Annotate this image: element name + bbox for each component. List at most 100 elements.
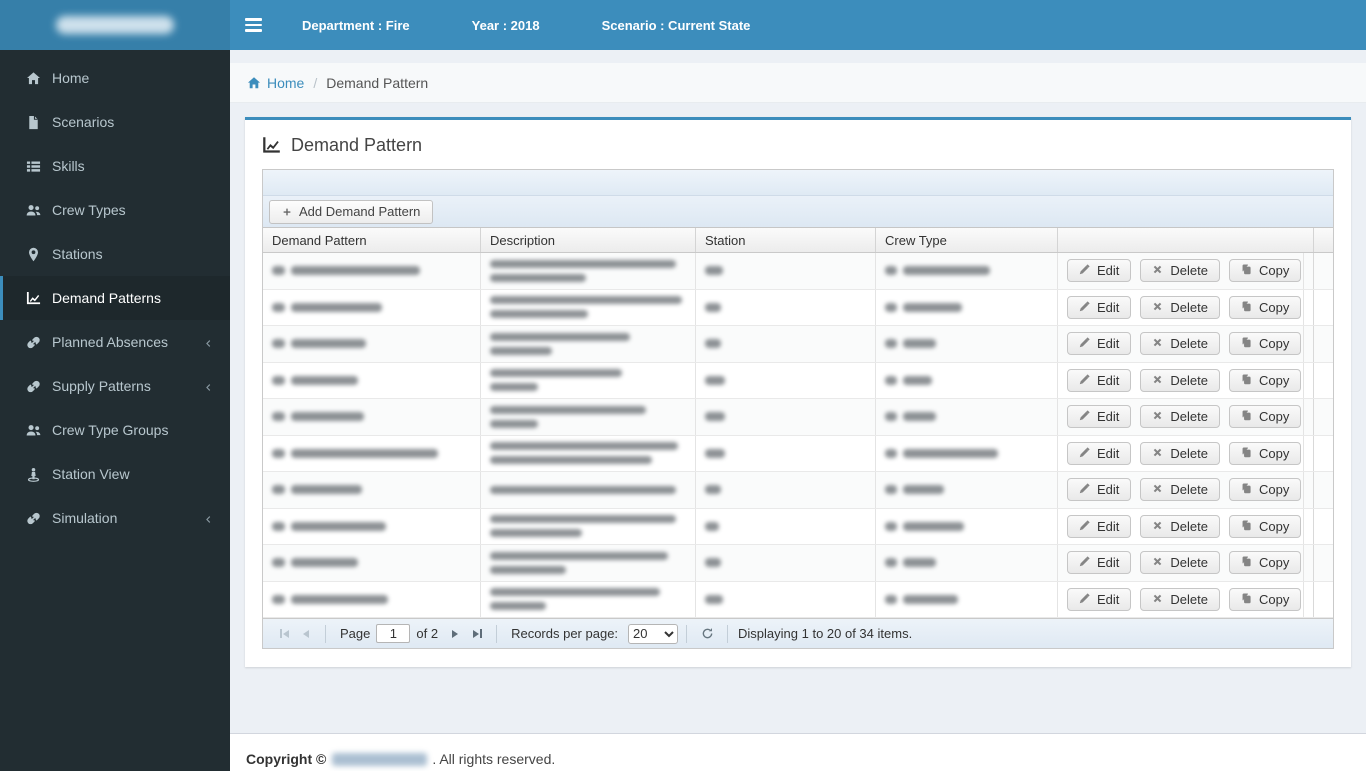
sidebar-item-stations[interactable]: Stations xyxy=(0,232,230,276)
edit-button[interactable]: Edit xyxy=(1067,478,1132,502)
pager-next-button[interactable] xyxy=(444,624,466,644)
sidebar-item-crew-type-groups[interactable]: Crew Type Groups xyxy=(0,408,230,452)
sidebar-item-label: Crew Type Groups xyxy=(52,422,169,438)
grid-pager: Page of 2 Records per page: 20 Displayin… xyxy=(263,618,1333,648)
demand-pattern-panel: Demand Pattern Add Demand Pattern Demand… xyxy=(245,117,1351,667)
topbar-item-year[interactable]: Year : 2018 xyxy=(472,18,540,33)
sidebar-item-planned-absences[interactable]: Planned Absences xyxy=(0,320,230,364)
footer-copyright-suffix: . All rights reserved. xyxy=(432,751,556,767)
sidebar-item-supply-patterns[interactable]: Supply Patterns xyxy=(0,364,230,408)
delete-button[interactable]: Delete xyxy=(1140,478,1220,502)
records-per-page-select[interactable]: 20 xyxy=(628,623,679,644)
sidebar-item-label: Station View xyxy=(52,466,130,482)
pager-page-label: Page xyxy=(340,626,371,641)
sidebar-item-label: Supply Patterns xyxy=(52,378,151,394)
edit-button[interactable]: Edit xyxy=(1067,295,1132,319)
pager-first-button[interactable] xyxy=(273,624,295,644)
column-header-demand-pattern[interactable]: Demand Pattern xyxy=(263,228,481,252)
delete-button[interactable]: Delete xyxy=(1140,368,1220,392)
cell-spacer xyxy=(1304,581,1314,617)
cell-actions: Edit Delete Copy xyxy=(1058,253,1304,289)
breadcrumb-home-link[interactable]: Home xyxy=(247,75,304,91)
sidebar-item-crew-types[interactable]: Crew Types xyxy=(0,188,230,232)
cell-actions: Edit Delete Copy xyxy=(1058,508,1304,544)
copy-icon xyxy=(1241,300,1252,315)
delete-button[interactable]: Delete xyxy=(1140,295,1220,319)
hamburger-icon[interactable] xyxy=(230,0,276,50)
copy-button[interactable]: Copy xyxy=(1228,259,1302,283)
demand-pattern-grid: Add Demand Pattern Demand Pattern Descri… xyxy=(262,169,1334,649)
pager-separator xyxy=(325,624,326,643)
copy-icon xyxy=(1241,409,1252,424)
breadcrumb-current: Demand Pattern xyxy=(326,74,429,91)
pager-prev-button[interactable] xyxy=(295,624,317,644)
cell-crew-type xyxy=(876,545,1058,581)
sidebar-item-scenarios[interactable]: Scenarios xyxy=(0,100,230,144)
copy-button[interactable]: Copy xyxy=(1228,368,1302,392)
column-header-crew-type[interactable]: Crew Type xyxy=(876,228,1058,252)
users-icon xyxy=(25,202,41,218)
app-logo[interactable] xyxy=(0,0,230,50)
table-row: Edit Delete Copy xyxy=(263,326,1333,363)
cell-station xyxy=(696,289,876,325)
edit-button[interactable]: Edit xyxy=(1067,441,1132,465)
cell-description xyxy=(481,362,696,398)
line-chart-icon xyxy=(25,290,41,306)
copy-icon xyxy=(1241,446,1252,461)
pencil-icon xyxy=(1079,409,1090,424)
pager-total-pages: 2 xyxy=(430,626,439,641)
delete-button[interactable]: Delete xyxy=(1140,441,1220,465)
delete-button[interactable]: Delete xyxy=(1140,332,1220,356)
edit-button[interactable]: Edit xyxy=(1067,587,1132,611)
copy-button[interactable]: Copy xyxy=(1228,295,1302,319)
refresh-icon[interactable] xyxy=(695,624,719,644)
column-header-station[interactable]: Station xyxy=(696,228,876,252)
cell-demand-pattern xyxy=(263,399,481,435)
delete-button[interactable]: Delete xyxy=(1140,259,1220,283)
logo-redacted xyxy=(56,16,174,34)
delete-button[interactable]: Delete xyxy=(1140,551,1220,575)
sidebar-item-label: Scenarios xyxy=(52,114,115,130)
copy-icon xyxy=(1241,555,1252,570)
edit-button[interactable]: Edit xyxy=(1067,332,1132,356)
link-icon xyxy=(25,334,41,350)
topbar-item-department[interactable]: Department : Fire xyxy=(302,18,410,33)
edit-button[interactable]: Edit xyxy=(1067,405,1132,429)
sidebar-item-simulation[interactable]: Simulation xyxy=(0,496,230,540)
cell-station xyxy=(696,508,876,544)
copy-button[interactable]: Copy xyxy=(1228,551,1302,575)
breadcrumb-separator: / xyxy=(313,74,318,91)
edit-button[interactable]: Edit xyxy=(1067,368,1132,392)
copy-button[interactable]: Copy xyxy=(1228,332,1302,356)
cell-actions: Edit Delete Copy xyxy=(1058,326,1304,362)
pager-last-button[interactable] xyxy=(466,624,488,644)
edit-button[interactable]: Edit xyxy=(1067,514,1132,538)
sidebar-item-home[interactable]: Home xyxy=(0,56,230,100)
pencil-icon xyxy=(1079,300,1090,315)
sidebar-item-station-view[interactable]: Station View xyxy=(0,452,230,496)
cell-crew-type xyxy=(876,581,1058,617)
cell-description xyxy=(481,326,696,362)
edit-button[interactable]: Edit xyxy=(1067,551,1132,575)
copy-button[interactable]: Copy xyxy=(1228,514,1302,538)
copy-button[interactable]: Copy xyxy=(1228,478,1302,502)
delete-button[interactable]: Delete xyxy=(1140,514,1220,538)
delete-button[interactable]: Delete xyxy=(1140,405,1220,429)
edit-button[interactable]: Edit xyxy=(1067,259,1132,283)
topbar-item-scenario[interactable]: Scenario : Current State xyxy=(602,18,751,33)
delete-button[interactable]: Delete xyxy=(1140,587,1220,611)
copy-button[interactable]: Copy xyxy=(1228,441,1302,465)
copy-button[interactable]: Copy xyxy=(1228,405,1302,429)
pager-page-input[interactable] xyxy=(376,624,411,643)
add-demand-pattern-button[interactable]: Add Demand Pattern xyxy=(269,199,434,224)
cell-station xyxy=(696,399,876,435)
cell-crew-type xyxy=(876,435,1058,471)
copy-button[interactable]: Copy xyxy=(1228,587,1302,611)
column-header-description[interactable]: Description xyxy=(481,228,696,252)
sidebar-item-skills[interactable]: Skills xyxy=(0,144,230,188)
pager-separator xyxy=(686,624,688,643)
sidebar-item-demand-patterns[interactable]: Demand Patterns xyxy=(0,276,230,320)
cell-actions: Edit Delete Copy xyxy=(1058,581,1304,617)
cell-actions: Edit Delete Copy xyxy=(1058,362,1304,398)
xmark-icon xyxy=(1152,555,1163,570)
